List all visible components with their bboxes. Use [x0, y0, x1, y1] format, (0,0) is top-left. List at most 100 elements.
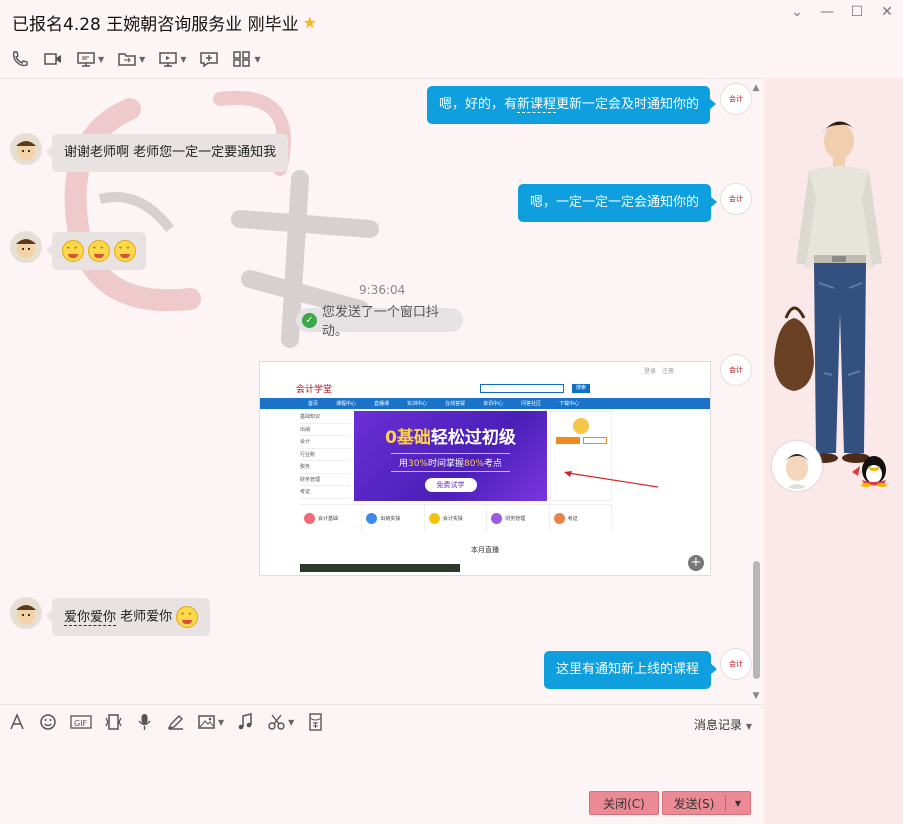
- message-bubble-incoming[interactable]: 谢谢老师啊 老师您一定一定要通知我: [45, 134, 289, 172]
- image-message[interactable]: 登录 注册 会计学堂 搜索 首页 课程中心 直播课 实训中心 在线答疑 资讯中心…: [259, 361, 711, 576]
- video-call-button[interactable]: [43, 50, 63, 68]
- remote-desktop-button[interactable]: ▼: [158, 50, 186, 68]
- message-bubble-outgoing[interactable]: 嗯，好的，有新课程更新一定会及时通知你的: [427, 86, 716, 124]
- contact-avatar-small[interactable]: [10, 597, 42, 629]
- site-card: 会计实操: [425, 505, 488, 532]
- site-card-label: 会计基础: [318, 516, 339, 522]
- chevron-down-icon[interactable]: ▼: [218, 718, 224, 727]
- window-title: 已报名4.28 王婉朝咨询服务业 刚毕业: [12, 14, 299, 35]
- remote-desktop-icon: [159, 52, 178, 67]
- message-link-text[interactable]: 爱你爱你: [64, 609, 117, 626]
- chevron-down-icon[interactable]: ▼: [726, 799, 750, 808]
- site-nav-item: 课程中心: [336, 401, 357, 407]
- site-banner: 0基础轻松过初级 用30%时间掌握80%考点 免费试学: [354, 411, 547, 501]
- message-bubble-incoming[interactable]: [45, 232, 147, 270]
- contact-avatar-small[interactable]: [10, 231, 42, 263]
- chevron-down-icon[interactable]: ⌄: [789, 4, 805, 20]
- contact-avatar-illustration: [774, 443, 820, 489]
- message-bubble-outgoing[interactable]: 嗯，一定一定一定会通知你的: [518, 184, 718, 222]
- chevron-down-icon[interactable]: ▼: [254, 55, 260, 64]
- screenshot-button[interactable]: ▼: [267, 713, 294, 731]
- message-text: 这里有通知新上线的课程: [556, 662, 700, 677]
- message-input-area[interactable]: GIF ▼ ▼ 消息记录 ▼ 关闭(C) 发送(S) ▼: [0, 704, 764, 824]
- chat-scrollbar[interactable]: ▲ ▼: [750, 83, 762, 701]
- smile-emoji-icon: [114, 240, 137, 262]
- send-button-label: 发送(S): [673, 796, 715, 811]
- red-arrow-annotation: [564, 471, 659, 488]
- contact-avatar[interactable]: [772, 441, 822, 491]
- scroll-thumb[interactable]: [753, 561, 760, 679]
- apps-button[interactable]: ▼: [232, 50, 261, 68]
- minimize-icon[interactable]: —: [819, 4, 835, 20]
- banner-sub-highlight: 30%: [407, 459, 428, 469]
- banner-subtitle: 用30%时间掌握80%考点: [390, 453, 511, 472]
- screen-share-button[interactable]: ▼: [76, 50, 104, 68]
- site-logo: 会计学堂: [296, 384, 333, 395]
- site-card: 出纳实操: [362, 505, 425, 532]
- site-card-label: 考证: [567, 516, 578, 522]
- phone-icon: [12, 51, 28, 67]
- maximize-icon[interactable]: ☐: [849, 4, 865, 20]
- image-button[interactable]: ▼: [197, 713, 224, 731]
- file-transfer-button[interactable]: ▼: [117, 50, 145, 68]
- chevron-down-icon[interactable]: ▼: [139, 55, 145, 64]
- message-text: 嗯，一定一定一定会通知你的: [530, 195, 700, 210]
- site-card: 会计基础: [300, 505, 363, 532]
- handwrite-icon[interactable]: [166, 713, 185, 731]
- site-card: 财务管理: [487, 505, 550, 532]
- my-avatar[interactable]: 会计: [720, 354, 752, 386]
- site-header: 会计学堂 搜索: [260, 378, 710, 398]
- banner-title-highlight: 0基础: [385, 428, 431, 448]
- emoji-icon[interactable]: [39, 713, 58, 731]
- red-packet-icon[interactable]: [306, 713, 325, 731]
- phone-button[interactable]: [10, 50, 30, 68]
- my-avatar[interactable]: 会计: [720, 648, 752, 680]
- scroll-down-icon[interactable]: ▼: [750, 691, 762, 701]
- image-icon: [198, 715, 215, 729]
- my-avatar[interactable]: 会计: [720, 183, 752, 215]
- add-chat-button[interactable]: [199, 50, 219, 68]
- site-user-face-icon: [573, 418, 589, 434]
- system-notice: ✓ 您发送了一个窗口抖动。: [296, 305, 463, 339]
- my-avatar[interactable]: 会计: [720, 83, 752, 115]
- smile-emoji-icon: [62, 240, 84, 262]
- avatar-figure-illustration: [774, 121, 882, 463]
- close-button[interactable]: 关闭(C): [589, 791, 659, 815]
- add-chat-icon: [200, 52, 219, 68]
- message-bubble-incoming[interactable]: 爱你爱你 老师爱你: [45, 598, 211, 636]
- message-history-link[interactable]: 消息记录 ▼: [694, 716, 752, 733]
- send-button[interactable]: 发送(S) ▼: [662, 791, 751, 815]
- cartoon-face-icon: [16, 141, 36, 160]
- site-side-menu: 基础知识 出纳 会计 行业账 税务 财务管理 考证: [300, 411, 350, 499]
- site-section-title: 本月直播: [471, 546, 499, 554]
- site-menu-item: 财务管理: [300, 474, 350, 486]
- shake-icon[interactable]: [104, 713, 123, 731]
- gif-icon[interactable]: GIF: [70, 713, 92, 731]
- screen-share-icon: [77, 52, 95, 67]
- site-body: 基础知识 出纳 会计 行业账 税务 财务管理 考证 0基础轻松过初级 用30%时…: [260, 409, 710, 572]
- qq-penguin-icon[interactable]: [848, 450, 892, 488]
- message-bubble-outgoing[interactable]: 这里有通知新上线的课程: [544, 651, 718, 689]
- font-icon[interactable]: [8, 713, 27, 731]
- card-icon: [366, 513, 378, 524]
- site-search-box: [480, 383, 565, 393]
- site-menu-item: 行业账: [300, 449, 350, 461]
- site-top-bar: 登录 注册: [260, 362, 710, 378]
- site-card-label: 会计实操: [442, 516, 463, 522]
- site-user-buttons: [551, 437, 611, 444]
- scroll-up-icon[interactable]: ▲: [750, 83, 762, 93]
- music-icon[interactable]: [236, 713, 255, 731]
- voice-icon[interactable]: [135, 713, 154, 731]
- chevron-down-icon[interactable]: ▼: [180, 55, 186, 64]
- banner-sub-text: 考点: [484, 459, 503, 469]
- chevron-down-icon[interactable]: ▼: [288, 718, 294, 727]
- site-nav-item: 首页: [308, 401, 319, 407]
- zoom-in-icon[interactable]: +: [688, 555, 704, 571]
- close-icon[interactable]: ✕: [879, 4, 895, 20]
- contact-avatar-small[interactable]: [10, 133, 42, 165]
- input-toolbar: GIF ▼ ▼: [8, 713, 325, 731]
- chevron-down-icon[interactable]: ▼: [98, 55, 104, 64]
- chat-history[interactable]: 嗯，好的，有新课程更新一定会及时通知你的 会计 谢谢老师啊 老师您一定一定要通知…: [0, 78, 764, 704]
- message-link-text[interactable]: 新课程: [517, 97, 557, 113]
- site-nav-item: 资讯中心: [483, 401, 504, 407]
